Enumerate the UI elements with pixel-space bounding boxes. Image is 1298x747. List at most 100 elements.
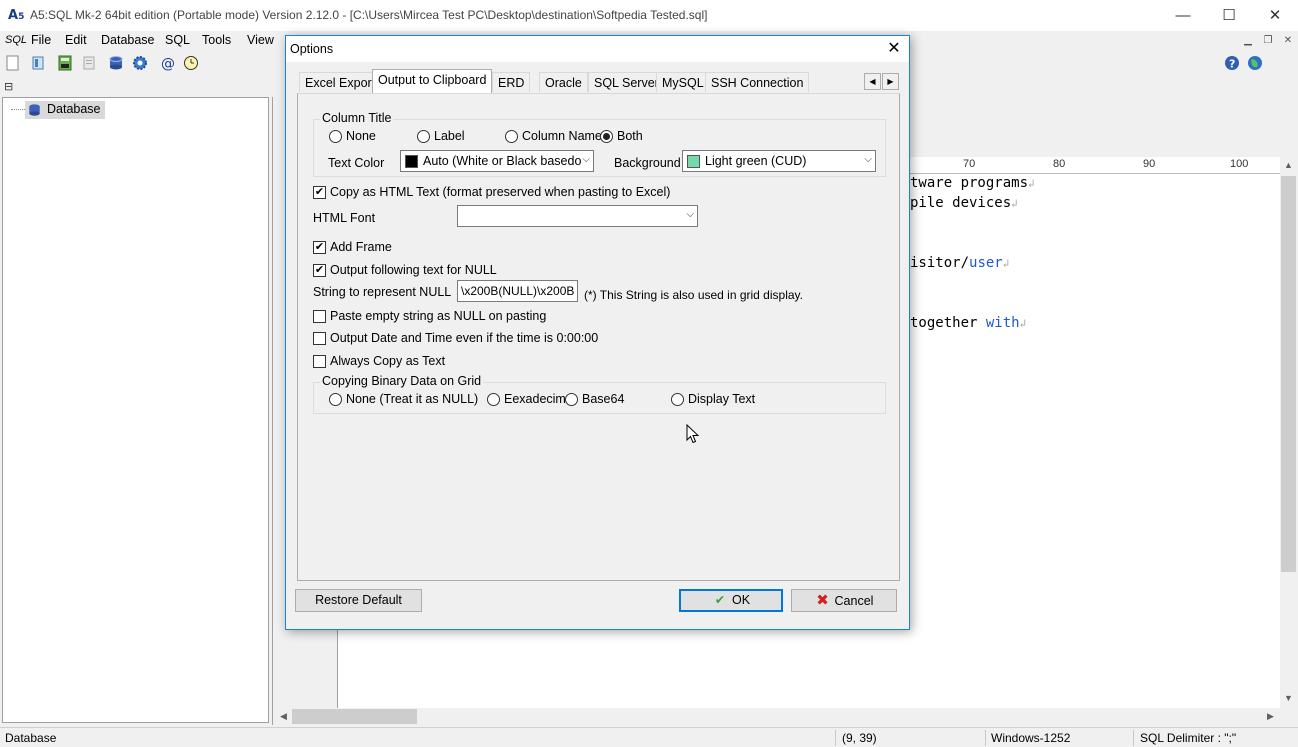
tab-sql-server[interactable]: SQL Server: [588, 72, 665, 92]
code-line: pile devices↲: [910, 195, 1018, 211]
horizontal-scrollbar[interactable]: ◀ ▶: [275, 708, 1280, 725]
database-tree[interactable]: Database: [2, 97, 269, 723]
background-label: Background: [614, 156, 681, 170]
column-title-group-label: Column Title: [320, 111, 394, 125]
radio-binary-none[interactable]: None (Treat it as NULL): [328, 392, 478, 408]
at-icon[interactable]: @: [160, 55, 176, 71]
code-line: tware programs↲: [910, 175, 1035, 191]
mdi-close-icon[interactable]: ✕: [1280, 34, 1296, 48]
radio-binary-display-text[interactable]: Display Text: [670, 392, 755, 408]
vertical-scroll-thumb[interactable]: [1281, 176, 1296, 572]
output-null-text-checkbox[interactable]: ✔ Output following text for NULL: [313, 263, 497, 279]
menu-database[interactable]: Database: [101, 33, 155, 47]
maximize-button[interactable]: ☐: [1206, 0, 1252, 31]
copy-as-html-checkbox[interactable]: ✔ Copy as HTML Text (format preserved whe…: [313, 185, 670, 201]
radio-dot: [417, 130, 430, 143]
ruler-number: 100: [1230, 158, 1249, 170]
null-string-label: String to represent NULL: [313, 285, 452, 299]
chevron-down-icon: ⌵: [582, 154, 590, 165]
gear-icon[interactable]: [132, 55, 148, 71]
checkbox-unchecked: [313, 332, 326, 345]
text-color-select[interactable]: Auto (White or Black basedo ⌵: [400, 150, 594, 172]
radio-binary-hexadecimal[interactable]: Eexadecima: [486, 392, 573, 408]
tab-mysql[interactable]: MySQL: [656, 72, 710, 92]
code-line: together with↲: [910, 315, 1027, 331]
svg-text:@: @: [161, 56, 175, 71]
clock-icon[interactable]: [183, 55, 199, 71]
radio-column-title-column-name[interactable]: Column Name: [504, 129, 602, 145]
tab-oracle[interactable]: Oracle: [539, 72, 588, 92]
radio-column-title-both[interactable]: Both: [599, 129, 643, 145]
app-icon: A5: [8, 8, 25, 23]
status-sql-delimiter: SQL Delimiter : ";": [1140, 731, 1237, 745]
radio-dot: [487, 393, 500, 406]
dialog-close-button[interactable]: ✕: [882, 38, 906, 60]
database-icon: [29, 104, 40, 116]
help-icon[interactable]: ?: [1224, 55, 1240, 71]
menu-edit[interactable]: Edit: [65, 33, 87, 47]
status-encoding: Windows-1252: [991, 731, 1071, 745]
horizontal-scroll-thumb[interactable]: [292, 709, 417, 724]
tree-expand-icon[interactable]: ⊟: [4, 80, 20, 94]
radio-dot: [565, 393, 578, 406]
tree-node-label: Database: [47, 102, 101, 116]
scroll-left-icon[interactable]: ◀: [276, 709, 291, 724]
chevron-down-icon: ⌵: [686, 209, 694, 220]
ruler-number: 80: [1053, 158, 1066, 170]
radio-dot: [671, 393, 684, 406]
menu-sql[interactable]: SQL: [165, 33, 190, 47]
globe-icon[interactable]: [1247, 55, 1263, 71]
always-copy-text-checkbox[interactable]: Always Copy as Text: [313, 354, 445, 370]
scroll-up-icon[interactable]: ▲: [1281, 158, 1296, 173]
sql-menu-icon[interactable]: SQL: [5, 34, 27, 46]
paste-icon[interactable]: [81, 55, 97, 71]
menu-file[interactable]: File: [31, 33, 51, 47]
tab-output-to-clipboard[interactable]: Output to Clipboard: [372, 69, 493, 93]
mdi-restore-icon[interactable]: ❐: [1260, 34, 1276, 48]
status-cursor-position: (9, 39): [842, 731, 877, 745]
add-frame-checkbox[interactable]: ✔ Add Frame: [313, 240, 392, 256]
checkbox-checked: ✔: [313, 264, 326, 277]
restore-default-button[interactable]: Restore Default: [295, 589, 422, 612]
column-ruler: 70 80 90 100: [910, 157, 1280, 174]
null-string-input[interactable]: \x200B(NULL)\x200B: [457, 280, 578, 302]
radio-column-title-label[interactable]: Label: [416, 129, 465, 145]
ok-button[interactable]: ✔ OK: [679, 589, 783, 612]
tab-erd[interactable]: ERD: [492, 72, 531, 92]
html-font-select[interactable]: ⌵: [457, 205, 698, 227]
database-icon[interactable]: [108, 55, 124, 71]
html-font-label: HTML Font: [313, 211, 376, 225]
scroll-right-icon[interactable]: ▶: [1263, 709, 1278, 724]
mdi-minimize-icon[interactable]: ▁: [1240, 34, 1256, 48]
code-line: isitor/user↲: [910, 255, 1010, 271]
background-color-select[interactable]: Light green (CUD) ⌵: [682, 150, 876, 172]
menu-tools[interactable]: Tools: [202, 33, 231, 47]
open-icon[interactable]: [30, 55, 46, 71]
tab-scroll-right-icon[interactable]: ▶: [882, 73, 899, 90]
tab-ssh-connection[interactable]: SSH Connection: [705, 72, 810, 92]
tab-excel-export[interactable]: Excel Export: [299, 72, 382, 92]
tab-scroll-left-icon[interactable]: ◀: [864, 73, 881, 90]
checkbox-checked: ✔: [313, 186, 326, 199]
cancel-button[interactable]: ✖ Cancel: [791, 589, 897, 612]
radio-dot: [329, 393, 342, 406]
ruler-number: 70: [963, 158, 976, 170]
checkbox-checked: ✔: [313, 241, 326, 254]
paste-empty-null-checkbox[interactable]: Paste empty string as NULL on pasting: [313, 309, 546, 325]
radio-column-title-none[interactable]: None: [328, 129, 376, 145]
options-dialog: Options ✕ Excel Export Output to Clipboa…: [285, 35, 910, 630]
close-button[interactable]: ✕: [1252, 0, 1298, 31]
menu-view[interactable]: View: [247, 33, 274, 47]
radio-binary-base64[interactable]: Base64: [564, 392, 624, 408]
save-icon[interactable]: [57, 55, 73, 71]
text-color-swatch: [405, 155, 418, 168]
new-file-icon[interactable]: [5, 55, 21, 71]
scroll-down-icon[interactable]: ▼: [1281, 691, 1296, 706]
status-separator: [1133, 730, 1134, 746]
tree-node-database[interactable]: Database: [25, 101, 105, 119]
output-datetime-checkbox[interactable]: Output Date and Time even if the time is…: [313, 331, 598, 347]
title-bar: A5 A5:SQL Mk-2 64bit edition (Portable m…: [0, 0, 1298, 31]
text-color-label: Text Color: [328, 156, 385, 170]
minimize-button[interactable]: —: [1160, 0, 1206, 31]
null-string-note: (*) This String is also used in grid dis…: [584, 288, 803, 302]
